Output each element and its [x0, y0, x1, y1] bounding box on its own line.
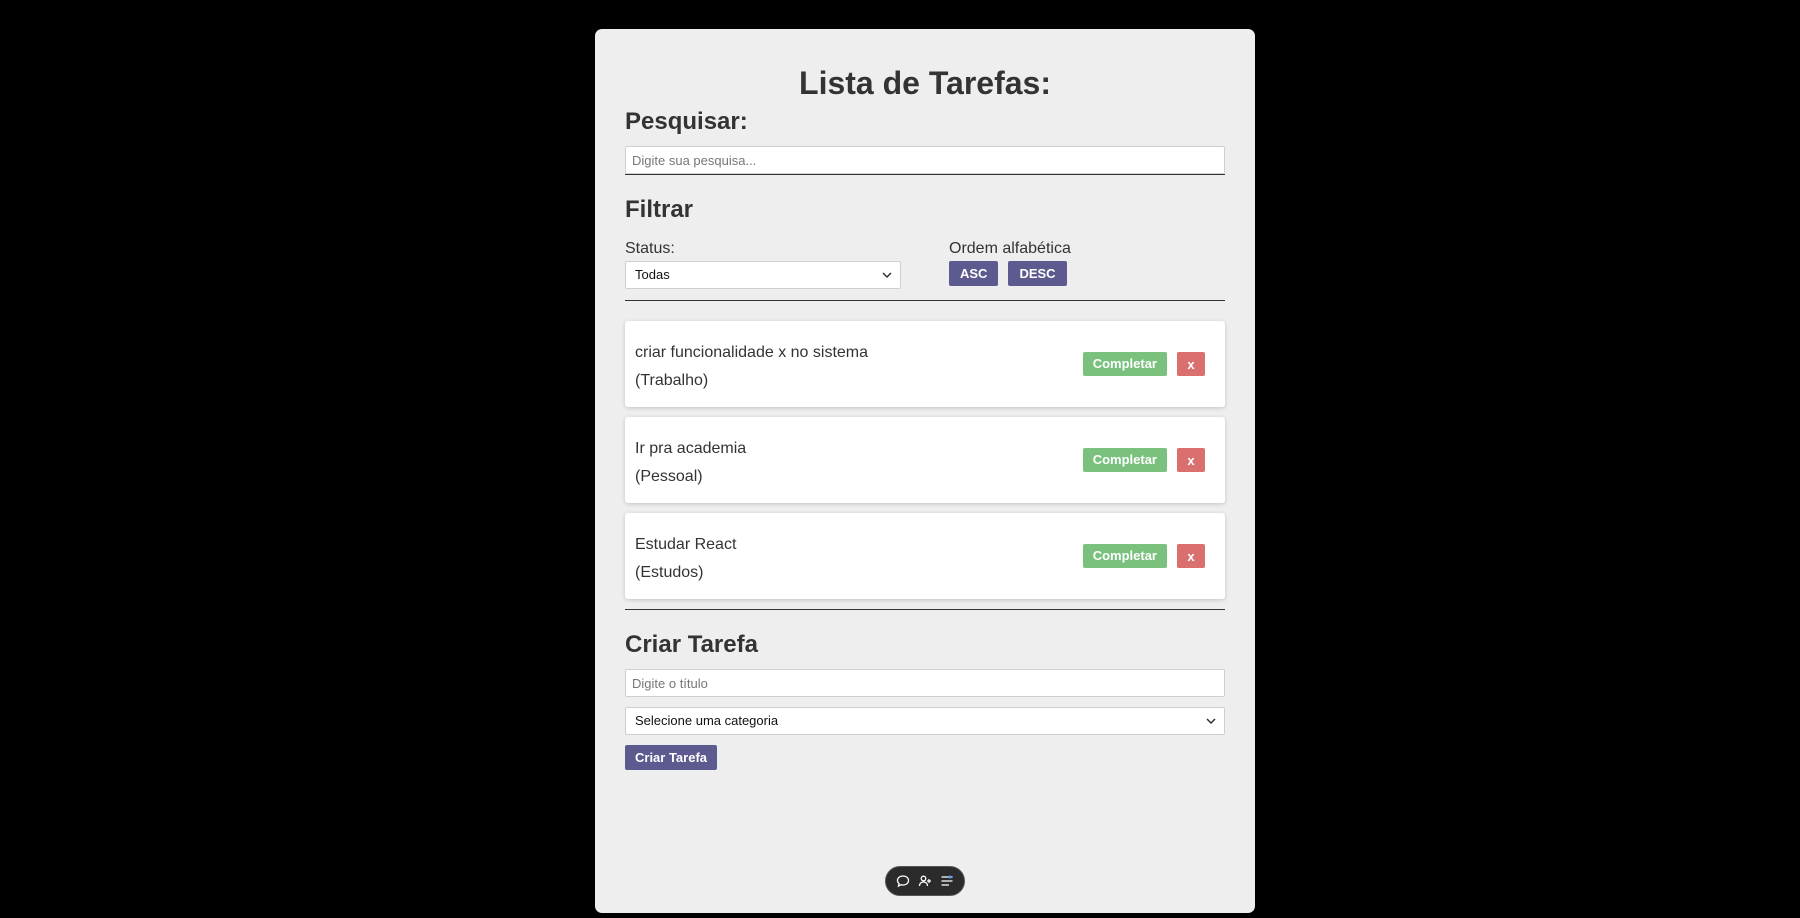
complete-button[interactable]: Completar: [1082, 352, 1167, 376]
status-filter: Status: Todas: [625, 240, 949, 300]
filter-title: Filtrar: [625, 196, 694, 223]
delete-button[interactable]: x: [1177, 448, 1205, 472]
title-input[interactable]: [625, 669, 1225, 697]
search-section: Pesquisar:: [625, 110, 1225, 174]
divider: [625, 174, 1225, 175]
page-title: Lista de Tarefas:: [799, 65, 1051, 101]
todo-actions: Completar x: [1082, 544, 1205, 568]
chevron-down-icon: [1206, 718, 1216, 724]
filter-section: Filtrar Status: Todas Ordem alfabética A…: [625, 198, 1225, 300]
complete-button[interactable]: Completar: [1082, 544, 1167, 568]
add-person-icon[interactable]: [918, 874, 932, 888]
chat-bubble-icon[interactable]: [896, 874, 910, 888]
category-select-value: Selecione uma categoria: [635, 713, 779, 728]
create-title: Criar Tarefa: [625, 631, 758, 658]
category-select[interactable]: Selecione uma categoria: [625, 707, 1225, 735]
sort-asc-button[interactable]: ASC: [949, 261, 999, 286]
chevron-down-icon: [882, 272, 892, 278]
todo-list: criar funcionalidade x no sistema (Traba…: [625, 321, 1225, 599]
order-filter: Ordem alfabética ASC DESC: [949, 240, 1071, 300]
delete-button[interactable]: x: [1177, 352, 1205, 376]
todo-item: Estudar React (Estudos) Completar x: [625, 513, 1225, 599]
delete-button[interactable]: x: [1177, 544, 1205, 568]
todo-app-panel: Lista de Tarefas: Pesquisar: Filtrar Sta…: [595, 29, 1255, 913]
sort-buttons: ASC DESC: [949, 261, 1071, 286]
status-label: Status:: [625, 240, 675, 257]
filter-controls: Status: Todas Ordem alfabética ASC DESC: [625, 240, 1225, 300]
create-task-button[interactable]: Criar Tarefa: [625, 745, 718, 770]
complete-button[interactable]: Completar: [1082, 448, 1167, 472]
divider: [625, 609, 1225, 610]
create-section: Criar Tarefa Selecione uma categoria Cri…: [625, 633, 1225, 770]
search-input[interactable]: [625, 146, 1225, 174]
todo-item: Ir pra academia (Pessoal) Completar x: [625, 417, 1225, 503]
status-select[interactable]: Todas: [625, 261, 901, 289]
divider: [625, 300, 1225, 301]
sort-desc-button[interactable]: DESC: [1008, 261, 1067, 286]
filter-settings-icon[interactable]: [940, 874, 954, 888]
todo-actions: Completar x: [1082, 448, 1205, 472]
todo-item: criar funcionalidade x no sistema (Traba…: [625, 321, 1225, 407]
status-select-value: Todas: [635, 267, 670, 282]
floating-toolbar: [885, 866, 965, 896]
order-label: Ordem alfabética: [949, 240, 1071, 257]
todo-actions: Completar x: [1082, 352, 1205, 376]
search-title: Pesquisar:: [625, 108, 748, 135]
